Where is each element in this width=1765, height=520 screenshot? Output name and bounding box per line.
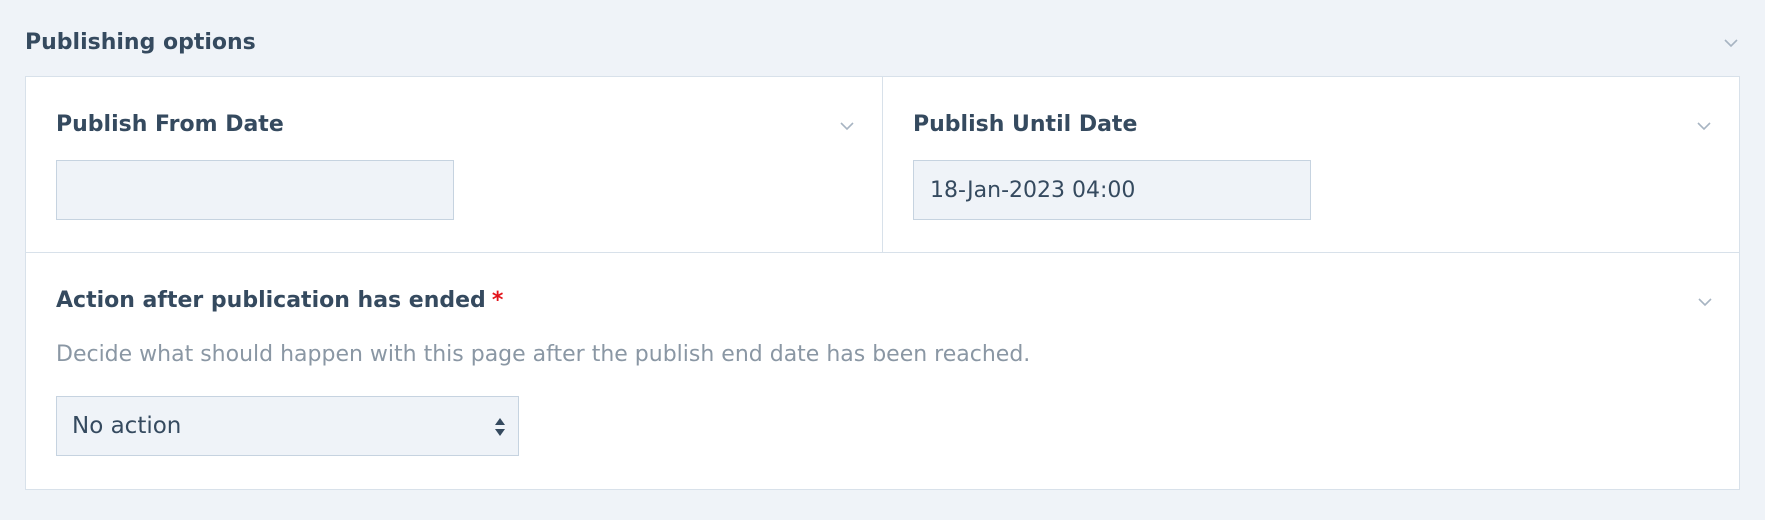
action-after-label-text: Action after publication has ended	[56, 288, 486, 313]
action-after-field: Action after publication has ended * Deci…	[26, 253, 1739, 489]
publish-until-input[interactable]	[913, 160, 1311, 220]
chevron-down-icon[interactable]	[1696, 293, 1714, 311]
publish-until-field: Publish Until Date	[883, 77, 1739, 252]
publish-from-field: Publish From Date	[26, 77, 883, 252]
select-value: No action	[72, 413, 182, 439]
publish-dates-row: Publish From Date Publish Until Date	[26, 77, 1739, 253]
required-marker: *	[491, 288, 504, 313]
publish-until-label: Publish Until Date	[913, 112, 1138, 137]
publishing-options-panel: Publish From Date Publish Until Date Act…	[25, 76, 1740, 490]
publish-from-label: Publish From Date	[56, 112, 284, 137]
publish-from-input[interactable]	[56, 160, 454, 220]
action-after-label: Action after publication has ended *	[56, 288, 503, 313]
chevron-down-icon[interactable]	[1722, 34, 1740, 52]
section-title: Publishing options	[25, 30, 256, 55]
action-after-help: Decide what should happen with this page…	[56, 342, 1031, 367]
publishing-options-header[interactable]: Publishing options	[25, 22, 1740, 64]
chevron-down-icon[interactable]	[1695, 117, 1713, 135]
select-arrows-icon	[494, 416, 506, 438]
action-after-select[interactable]: No action	[56, 396, 519, 456]
chevron-down-icon[interactable]	[838, 117, 856, 135]
